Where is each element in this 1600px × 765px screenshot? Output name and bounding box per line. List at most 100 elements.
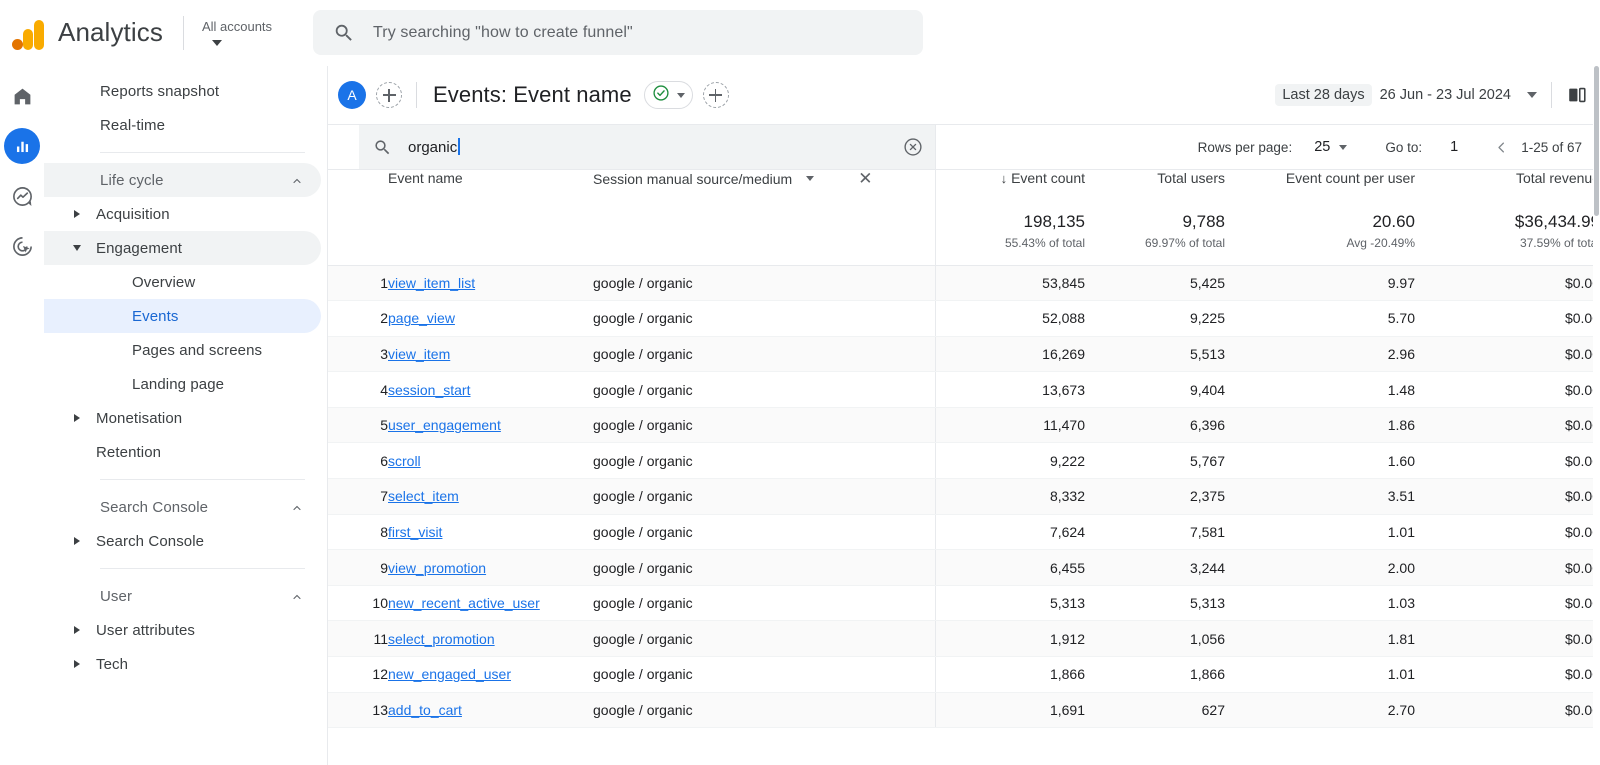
rail-item-reports[interactable] <box>4 128 40 164</box>
event-name-link[interactable]: session_start <box>388 382 470 398</box>
sidebar-item-tech[interactable]: Tech <box>44 647 321 681</box>
row-total-users: 5,767 <box>1085 442 1225 480</box>
sidebar-item-monetisation[interactable]: Monetisation <box>44 401 321 435</box>
chevron-down-icon[interactable] <box>806 176 815 181</box>
chevron-down-icon[interactable] <box>1339 144 1348 150</box>
icon-rail <box>0 66 44 765</box>
row-event-count: 11,470 <box>934 407 1085 444</box>
event-name-link[interactable]: view_item_list <box>388 275 475 291</box>
sidebar-item-label: Real-time <box>100 116 166 134</box>
table-row[interactable]: 6 scroll google / organic 9,222 5,767 1.60 $0.… <box>328 442 1600 480</box>
rail-item-home[interactable] <box>4 78 40 114</box>
column-header-event-name[interactable]: Event name <box>388 170 593 266</box>
google-analytics-logo[interactable] <box>10 16 48 50</box>
row-total-users: 9,404 <box>1085 371 1225 408</box>
row-index: 7 <box>328 478 388 515</box>
column-header-total-users[interactable]: Total users 9,788 69.97% of total <box>1085 170 1225 266</box>
sidebar-item-real-time[interactable]: Real-time <box>44 108 321 142</box>
event-name-link[interactable]: new_recent_active_user <box>388 595 540 611</box>
sidebar-group-search-console[interactable]: Search Console <box>44 490 327 524</box>
data-validation-chip[interactable] <box>643 81 693 109</box>
sidebar-item-label: Search Console <box>96 532 205 550</box>
column-header-event-count-per-user[interactable]: Event count per user 20.60 Avg -20.49% <box>1225 170 1415 266</box>
sidebar-item-engagement[interactable]: Engagement <box>44 231 321 265</box>
rail-item-explore[interactable] <box>4 178 40 214</box>
page-scrollbar[interactable] <box>1593 66 1600 765</box>
global-search-input[interactable]: Try searching "how to create funnel" <box>313 10 923 55</box>
column-header-event-count[interactable]: ↓ Event count 198,135 55.43% of total <box>934 170 1085 266</box>
row-source-medium: google / organic <box>593 514 935 551</box>
sidebar-item-events[interactable]: Events <box>44 299 321 333</box>
event-name-link[interactable]: first_visit <box>388 524 442 540</box>
row-index: 6 <box>328 442 388 480</box>
sidebar-item-user-attributes[interactable]: User attributes <box>44 613 321 647</box>
table-row[interactable]: 9 view_promotion google / organic 6,455 3,24… <box>328 549 1600 586</box>
row-event-count-per-user: 2.00 <box>1225 549 1415 586</box>
sidebar-item-acquisition[interactable]: Acquisition <box>44 197 321 231</box>
table-row[interactable]: 4 session_start google / organic 13,673 9,40… <box>328 371 1600 408</box>
sidebar-item-pages-and-screens[interactable]: Pages and screens <box>44 333 321 367</box>
chevron-down-icon <box>676 92 685 98</box>
rows-per-page-value[interactable]: 25 <box>1314 139 1330 155</box>
table-row[interactable]: 5 user_engagement google / organic 11,470 6,… <box>328 407 1600 444</box>
sidebar-item-label: Pages and screens <box>132 341 263 359</box>
row-event-count-per-user: 5.70 <box>1225 300 1415 337</box>
table-search-value: organic <box>408 139 458 156</box>
event-name-link[interactable]: page_view <box>388 310 455 326</box>
metric-total-sub: 37.59% of total <box>1519 236 1600 250</box>
table-row[interactable]: 11 select_promotion google / organic 1,912 1… <box>328 620 1600 658</box>
row-source-medium: google / organic <box>593 300 935 337</box>
event-name-link[interactable]: add_to_cart <box>388 702 462 718</box>
row-event-count-per-user: 2.70 <box>1225 692 1415 729</box>
sidebar-group-user[interactable]: User <box>44 579 327 613</box>
row-event-name-cell: select_item <box>388 478 593 515</box>
column-header-session-source-medium[interactable]: Session manual source/medium ✕ <box>593 170 935 266</box>
triangle-right-icon <box>74 626 80 634</box>
sidebar-item-search-console[interactable]: Search Console <box>44 524 321 558</box>
chevron-down-icon[interactable] <box>1527 92 1537 98</box>
row-index: 11 <box>328 620 388 658</box>
event-name-link[interactable]: view_promotion <box>388 560 486 576</box>
sidebar-group-life-cycle[interactable]: Life cycle <box>44 163 321 197</box>
column-header-total-revenue[interactable]: Total revenue $36,434.99 37.59% of total <box>1415 170 1600 266</box>
event-name-link[interactable]: select_promotion <box>388 631 495 647</box>
row-source-medium: google / organic <box>593 407 935 444</box>
sidebar-item-retention[interactable]: Retention <box>44 435 321 469</box>
table-row[interactable]: 12 new_engaged_user google / organic 1,866 1… <box>328 656 1600 693</box>
row-event-count: 1,691 <box>934 692 1085 729</box>
table-row[interactable]: 2 page_view google / organic 52,088 9,225 5.7… <box>328 300 1600 337</box>
table-row[interactable]: 8 first_visit google / organic 7,624 7,581 1.… <box>328 514 1600 551</box>
toggle-side-panel-icon[interactable] <box>1566 84 1588 106</box>
table-row[interactable]: 7 select_item google / organic 8,332 2,375 3.… <box>328 478 1600 515</box>
table-row[interactable]: 3 view_item google / organic 16,269 5,513 2.9… <box>328 336 1600 373</box>
row-event-name-cell: view_promotion <box>388 549 593 586</box>
event-name-link[interactable]: view_item <box>388 346 450 362</box>
row-index: 3 <box>328 336 388 373</box>
event-name-link[interactable]: new_engaged_user <box>388 666 511 682</box>
rail-item-advertising[interactable] <box>4 228 40 264</box>
table-row[interactable]: 13 add_to_cart google / organic 1,691 627 2.7… <box>328 692 1600 729</box>
event-name-link[interactable]: scroll <box>388 453 421 469</box>
sidebar-item-reports-snapshot[interactable]: Reports snapshot <box>44 74 321 108</box>
add-comparison-button[interactable] <box>376 82 402 108</box>
clear-circle-icon[interactable] <box>902 136 924 163</box>
close-x-icon[interactable]: ✕ <box>858 170 872 187</box>
scrollbar-thumb[interactable] <box>1594 66 1599 216</box>
table-row[interactable]: 1 view_item_list google / organic 53,845 5,4… <box>328 265 1600 302</box>
sidebar-item-landing-page[interactable]: Landing page <box>44 367 321 401</box>
date-range-picker[interactable]: 26 Jun - 23 Jul 2024 <box>1380 87 1511 103</box>
add-chip-button[interactable] <box>702 82 729 108</box>
brand-title: Analytics <box>58 17 163 47</box>
table-row[interactable]: 10 new_recent_active_user google / organic… <box>328 585 1600 622</box>
avatar[interactable]: A <box>338 81 366 109</box>
table-toolbar: organic Rows per page: 25 Go to: 1 1-25 … <box>328 125 1600 170</box>
previous-page-button[interactable] <box>1494 140 1509 155</box>
metric-total: 20.60 <box>1372 212 1415 231</box>
event-name-link[interactable]: user_engagement <box>388 417 501 433</box>
global-search-placeholder: Try searching "how to create funnel" <box>373 23 633 41</box>
account-selector[interactable]: All accounts <box>202 19 272 46</box>
goto-page-input[interactable]: 1 <box>1450 139 1458 155</box>
sidebar-item-overview[interactable]: Overview <box>44 265 321 299</box>
event-name-link[interactable]: select_item <box>388 488 459 504</box>
table-search-input[interactable]: organic <box>359 125 935 169</box>
